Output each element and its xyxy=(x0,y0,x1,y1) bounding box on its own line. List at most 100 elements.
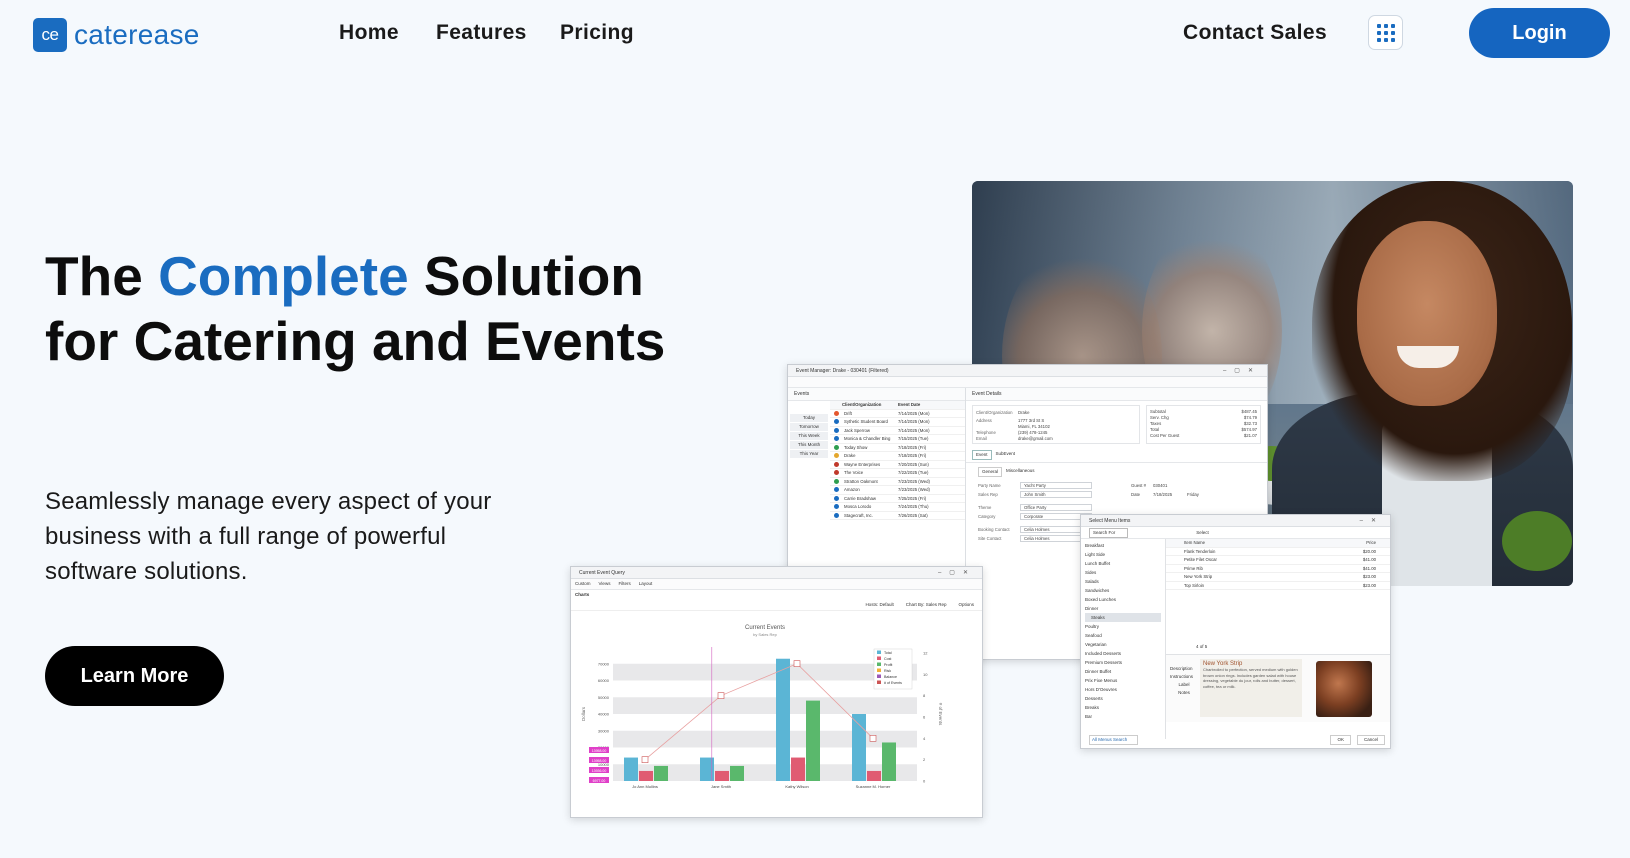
grid-band xyxy=(613,697,917,714)
events-header: Client/Organization Event Date xyxy=(830,401,965,410)
nav-link-pricing[interactable]: Pricing xyxy=(560,21,634,45)
event-row: Drake 7/18/2025 (Fri) xyxy=(830,452,965,461)
menu-item-row: Prime Rib $41.00 xyxy=(1166,565,1390,573)
menu-category: Seafood xyxy=(1085,633,1102,638)
event-status-icon xyxy=(834,444,839,450)
callout-label: 13958.00 xyxy=(592,759,607,763)
bar-profit xyxy=(654,765,668,781)
menu-category: Vegetarian xyxy=(1085,642,1107,647)
event-name: Today Show xyxy=(844,444,868,450)
apps-grid-icon[interactable] xyxy=(1368,15,1403,50)
y-axis-label: Dollars xyxy=(581,706,586,721)
menu-category: Dinner xyxy=(1085,606,1099,611)
menu-item-row: Top Sirloin $23.00 xyxy=(1166,582,1390,590)
current-events-chart: Current Eventsby Sales Rep01000020000300… xyxy=(577,617,977,815)
bar-total xyxy=(624,757,638,781)
menu-item-row: Petite Filet Oscar $41.00 xyxy=(1166,556,1390,565)
menu-item-name: Prime Rib xyxy=(1184,565,1203,571)
tab-event: Event xyxy=(972,450,992,460)
event-row: Mosca Lorodo 7/24/2025 (Thu) xyxy=(830,503,965,512)
line-point xyxy=(793,660,801,667)
event-name: Stratton Oakmont xyxy=(844,478,878,484)
events-pane-title: Events xyxy=(788,388,965,401)
event-date: 7/23/2025 (Wed) xyxy=(898,487,930,493)
nav-link-features[interactable]: Features xyxy=(436,21,527,45)
menu-category: Dinner Buffet xyxy=(1085,669,1112,674)
callout-label: 13936.00 xyxy=(592,769,607,773)
event-details-title: Event Details xyxy=(966,388,1267,401)
logo-mark: ce xyxy=(33,18,67,52)
menu-items-list: Flank Tenderloin $20.00 Petite Filet Oscar… xyxy=(1166,548,1390,590)
legend-label: Balance xyxy=(884,675,897,679)
menu-category: Lunch Buffet xyxy=(1085,561,1111,566)
x-tick-label: Jo Ann Mullins xyxy=(632,784,658,789)
filter-this-year: This Year xyxy=(790,450,828,458)
hero-title: The Complete Solution for Catering and E… xyxy=(45,245,666,372)
menu-category: Breakfast xyxy=(1085,543,1105,548)
callout-label: 13958.00 xyxy=(592,749,607,753)
event-date: 7/18/2025 (Fri) xyxy=(898,453,927,459)
bar-cost xyxy=(639,770,653,781)
event-status-icon xyxy=(834,470,839,476)
menu-category: Sides xyxy=(1085,570,1097,575)
selected-item-description: Charbroiled to perfection, served medium… xyxy=(1203,667,1298,689)
charts-tab: Charts xyxy=(575,592,590,597)
event-name: Monica & Chandler Bing xyxy=(844,436,891,442)
menu-category: Boxed Lunches xyxy=(1085,597,1117,602)
event-row: The Voice 7/22/2025 (Tue) xyxy=(830,469,965,478)
menu-search-field: Search For xyxy=(1089,527,1129,538)
legend-label: Cost xyxy=(884,657,891,661)
event-status-icon xyxy=(834,427,839,433)
filter-this-month: This Month xyxy=(790,441,828,449)
line-point xyxy=(717,692,725,699)
y-tick-label: 30000 xyxy=(598,728,610,733)
line-point xyxy=(641,756,649,763)
tab-subevent: SubEvent xyxy=(995,451,1016,456)
legend-label: Risk xyxy=(884,669,891,673)
menu-category: Desserts xyxy=(1085,696,1103,701)
menu-item-price: $20.00 xyxy=(1362,548,1376,554)
learn-more-button[interactable]: Learn More xyxy=(45,646,224,706)
legend-label: Profit xyxy=(884,663,892,667)
event-name: The Voice xyxy=(844,470,864,476)
menu-item-name: Flank Tenderloin xyxy=(1184,548,1216,554)
menu-item-price: $41.00 xyxy=(1362,565,1376,571)
chart-title: Current Events xyxy=(745,625,785,631)
filter-today: Today xyxy=(790,414,828,422)
event-status-icon xyxy=(834,495,839,501)
bar-cost xyxy=(791,757,805,781)
event-row: Today Show 7/18/2025 (Fri) xyxy=(830,444,965,452)
event-date: 7/20/2025 (Sun) xyxy=(898,461,929,467)
y-tick-label: 70000 xyxy=(598,661,610,666)
event-date: 7/18/2025 (Fri) xyxy=(898,444,927,450)
event-name: Sythetic Student Board xyxy=(844,419,888,425)
y2-tick-label: 12 xyxy=(923,651,928,656)
contact-sales-link[interactable]: Contact Sales xyxy=(1183,21,1327,45)
legend-swatch xyxy=(877,668,881,672)
event-status-icon xyxy=(834,478,839,484)
brand-logo[interactable]: ce caterease xyxy=(33,18,200,52)
event-status-icon xyxy=(834,461,839,467)
event-status-icon xyxy=(834,410,839,416)
menu-category: Included Desserts xyxy=(1085,651,1122,656)
x-tick-label: Kathy Wilson xyxy=(785,784,808,789)
steak-photo xyxy=(1316,661,1372,717)
legend-label: # of Events xyxy=(884,681,902,685)
bar-total xyxy=(776,658,790,781)
event-status-icon xyxy=(834,419,839,425)
menu-item-price: $23.00 xyxy=(1362,574,1376,580)
login-button[interactable]: Login xyxy=(1469,8,1610,58)
event-date: 7/22/2025 (Tue) xyxy=(898,470,929,476)
subtab-general: General xyxy=(978,467,1003,477)
callout-label: 6977.00 xyxy=(593,779,606,783)
current-events-chart-screenshot: Current Event Query –▢✕ Custom Views Filt… xyxy=(570,566,983,818)
bar-cost xyxy=(867,770,881,781)
event-row: Jack Sperrow 7/14/2025 (Mon) xyxy=(830,427,965,435)
legend-swatch xyxy=(877,680,881,684)
event-name: Drift xyxy=(844,410,852,416)
event-name: Stagecraft, Inc. xyxy=(844,512,873,518)
menu-select-button: Select xyxy=(1196,529,1209,535)
menu-item-price: $41.00 xyxy=(1362,557,1376,563)
nav-link-home[interactable]: Home xyxy=(339,21,399,45)
event-name: Amazon xyxy=(844,487,860,493)
